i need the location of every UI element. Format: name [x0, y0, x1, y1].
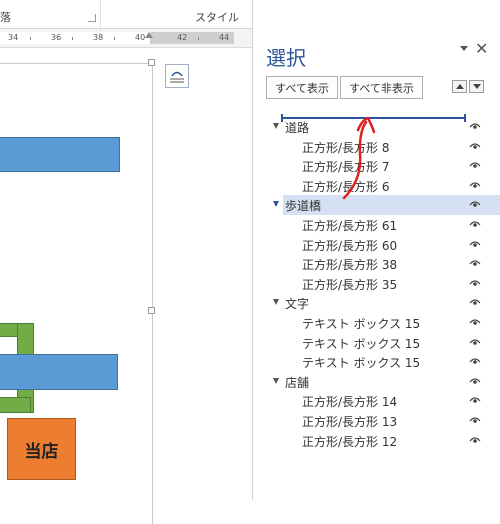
visibility-eye-icon[interactable] [469, 279, 481, 287]
ribbon-strip: 落 スタイル [0, 0, 346, 29]
resize-handle[interactable] [148, 307, 155, 314]
group-row-store[interactable]: 店舗 [253, 372, 500, 392]
list-item[interactable]: テキスト ボックス 15 [253, 333, 500, 353]
group-row-footbridge[interactable]: 歩道橋 [273, 195, 500, 215]
list-item[interactable]: 正方形/長方形 14 [253, 391, 500, 411]
group-label: 歩道橋 [285, 199, 322, 214]
group-label: 文字 [285, 297, 310, 312]
list-item[interactable]: テキスト ボックス 15 [253, 352, 500, 372]
visibility-eye-icon[interactable] [469, 318, 481, 326]
visibility-eye-icon[interactable] [469, 122, 481, 130]
visibility-eye-icon[interactable] [469, 240, 481, 248]
visibility-eye-icon[interactable] [469, 298, 481, 306]
group-row-road[interactable]: 道路 [253, 117, 500, 137]
show-all-button[interactable]: すべて表示 [266, 76, 338, 99]
ruler-number: 36 [51, 33, 62, 42]
list-item[interactable]: テキスト ボックス 15 [253, 313, 500, 333]
selection-list: 道路 正方形/長方形 8 正方形/長方形 7 正方形/長方形 6 歩道橋 正方形… [253, 117, 500, 450]
ruler-number: 42 [177, 33, 188, 42]
group-label: 店舗 [285, 375, 310, 390]
ruler-number: 34 [8, 33, 19, 42]
item-label: テキスト ボックス 15 [302, 316, 421, 331]
item-label: 正方形/長方形 6 [302, 179, 390, 194]
ribbon-group-paragraph: 落 [0, 11, 11, 24]
selection-pane: 選択 ✕ すべて表示 すべて非表示 道路 正方形/長方形 8 正方形/長方形 7… [252, 0, 500, 500]
chevron-down-icon [473, 84, 481, 89]
ruler-tick [72, 37, 73, 40]
collapse-triangle-icon[interactable] [273, 377, 279, 384]
ruler-tick [114, 37, 115, 40]
visibility-eye-icon[interactable] [469, 416, 481, 424]
ribbon-separator [100, 0, 101, 28]
item-label: 正方形/長方形 14 [302, 395, 398, 410]
visibility-eye-icon[interactable] [469, 220, 481, 228]
close-icon[interactable]: ✕ [475, 39, 488, 58]
bring-forward-button[interactable] [452, 80, 467, 93]
list-item[interactable]: 正方形/長方形 8 [253, 137, 500, 157]
visibility-eye-icon[interactable] [469, 377, 481, 385]
visibility-eye-icon[interactable] [469, 357, 481, 365]
hide-all-button[interactable]: すべて非表示 [340, 76, 423, 99]
horizontal-ruler[interactable]: 34 36 38 40 42 44 [0, 29, 252, 48]
ruler-tick [198, 37, 199, 40]
list-item[interactable]: 正方形/長方形 6 [253, 176, 500, 196]
visibility-eye-icon[interactable] [469, 259, 481, 267]
item-label: 正方形/長方形 61 [302, 218, 398, 233]
layout-options-icon[interactable] [165, 64, 189, 88]
document-canvas[interactable]: 当店 [0, 48, 252, 524]
list-item[interactable]: 正方形/長方形 7 [253, 156, 500, 176]
ruler-number: 40 [135, 33, 146, 42]
visibility-eye-icon[interactable] [469, 436, 481, 444]
chevron-up-icon [456, 84, 464, 89]
list-item[interactable]: 正方形/長方形 61 [253, 215, 500, 235]
item-label: 正方形/長方形 13 [302, 414, 398, 429]
paragraph-dialog-launcher-icon[interactable] [88, 14, 96, 22]
visibility-eye-icon[interactable] [469, 396, 481, 404]
footbridge-rectangle-shape[interactable] [0, 397, 31, 413]
item-label: 正方形/長方形 12 [302, 434, 398, 449]
ruler-number: 44 [219, 33, 230, 42]
list-item[interactable]: 正方形/長方形 35 [253, 274, 500, 294]
visibility-eye-icon[interactable] [469, 200, 481, 208]
collapse-triangle-icon[interactable] [273, 299, 279, 306]
ribbon-group-style: スタイル [195, 11, 239, 24]
resize-handle[interactable] [148, 59, 155, 66]
group-row-text[interactable]: 文字 [253, 293, 500, 313]
ruler-margin-area [0, 32, 150, 44]
visibility-eye-icon[interactable] [469, 181, 481, 189]
item-label: テキスト ボックス 15 [302, 356, 421, 371]
item-label: テキスト ボックス 15 [302, 336, 421, 351]
collapse-triangle-icon[interactable] [273, 123, 279, 129]
list-item[interactable]: 正方形/長方形 60 [253, 235, 500, 255]
right-indent-marker-icon[interactable] [145, 32, 153, 38]
list-item[interactable]: 正方形/長方形 38 [253, 254, 500, 274]
pane-title: 選択 [266, 46, 306, 70]
list-item[interactable]: 正方形/長方形 13 [253, 411, 500, 431]
item-label: 正方形/長方形 35 [302, 277, 398, 292]
ruler-number: 38 [93, 33, 104, 42]
list-item[interactable]: 正方形/長方形 12 [253, 431, 500, 451]
ruler-tick [30, 37, 31, 40]
pane-options-dropdown-icon[interactable] [460, 46, 468, 51]
store-shape[interactable]: 当店 [7, 418, 76, 480]
item-label: 正方形/長方形 38 [302, 258, 398, 273]
item-label: 正方形/長方形 7 [302, 160, 390, 175]
collapse-triangle-icon[interactable] [273, 201, 279, 208]
visibility-eye-icon[interactable] [469, 161, 481, 169]
item-label: 正方形/長方形 8 [302, 140, 390, 155]
visibility-eye-icon[interactable] [469, 142, 481, 150]
visibility-eye-icon[interactable] [469, 338, 481, 346]
item-label: 正方形/長方形 60 [302, 238, 398, 253]
group-label: 道路 [285, 121, 310, 135]
send-backward-button[interactable] [469, 80, 484, 93]
road-rectangle-shape[interactable] [0, 137, 120, 172]
store-label: 当店 [24, 441, 59, 462]
road-rectangle-shape[interactable] [0, 354, 118, 390]
